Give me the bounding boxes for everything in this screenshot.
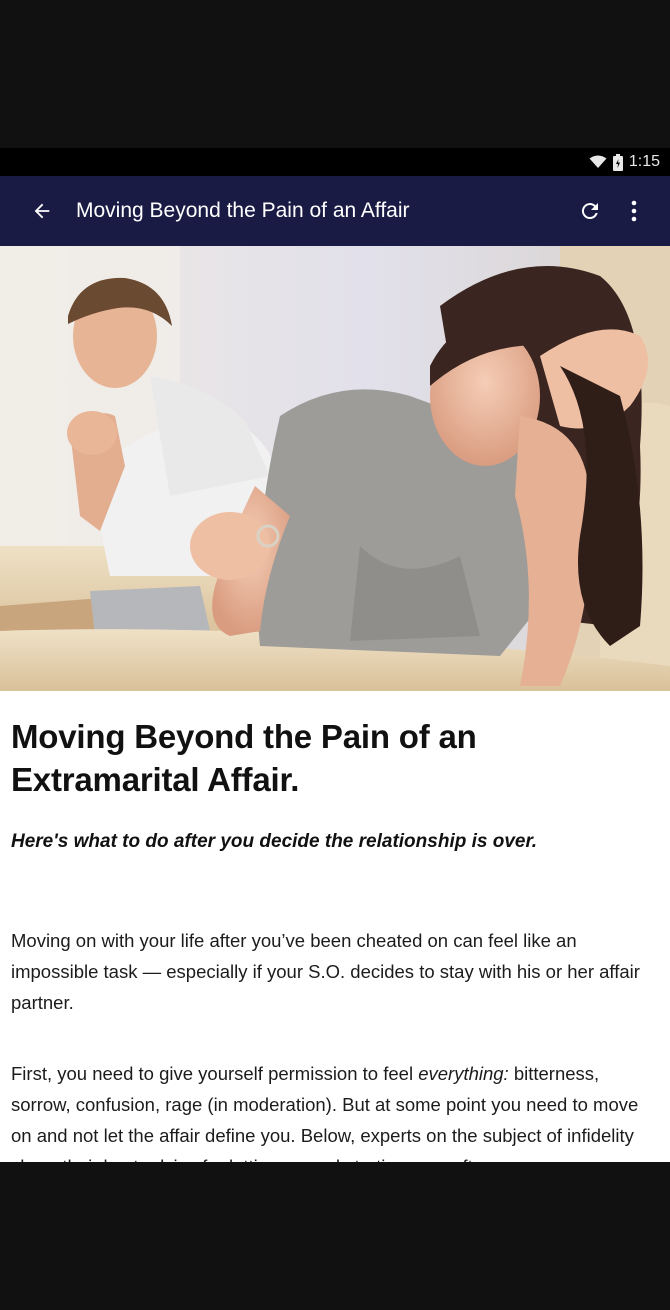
article-body: Moving Beyond the Pain of an Extramarita… bbox=[0, 691, 670, 1162]
app-bar: Moving Beyond the Pain of an Affair bbox=[0, 176, 670, 246]
paragraph: First, you need to give yourself permiss… bbox=[11, 1058, 659, 1162]
phone-screen: 1:15 Moving Beyond the Pain of an Affair bbox=[0, 148, 670, 1162]
more-vert-icon bbox=[631, 200, 637, 222]
back-button[interactable] bbox=[14, 183, 70, 239]
status-bar: 1:15 bbox=[0, 148, 670, 176]
status-time: 1:15 bbox=[628, 153, 660, 170]
refresh-icon bbox=[581, 203, 598, 220]
article-subhead: Here's what to do after you decide the r… bbox=[11, 831, 538, 852]
paragraph-text: First, you need to give yourself permiss… bbox=[11, 1063, 419, 1084]
battery-icon bbox=[612, 153, 623, 171]
wifi-icon bbox=[589, 155, 607, 169]
app-bar-title: Moving Beyond the Pain of an Affair bbox=[76, 199, 410, 222]
arrow-back-icon bbox=[34, 203, 50, 219]
paragraph: Moving on with your life after you’ve be… bbox=[11, 930, 640, 1013]
couple-photo bbox=[0, 246, 670, 691]
more-options-button[interactable] bbox=[612, 183, 656, 239]
article-headline: Moving Beyond the Pain of an Extramarita… bbox=[11, 718, 477, 798]
refresh-button[interactable] bbox=[568, 183, 612, 239]
emphasis-text: everything: bbox=[418, 1063, 509, 1084]
hero-image bbox=[0, 246, 670, 691]
